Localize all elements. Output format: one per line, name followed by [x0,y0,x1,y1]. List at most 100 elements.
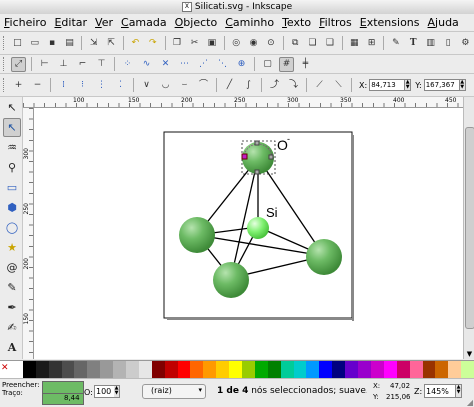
path-node-handle[interactable] [268,154,274,160]
menu-ficheiro[interactable]: Ficheiro [0,16,50,29]
toolbar-grip[interactable] [3,78,7,92]
y-spin-button[interactable]: ▲ ▼ [459,79,466,91]
path-node-handle[interactable] [254,169,260,175]
path-node-handle[interactable] [241,153,248,160]
opacity-input[interactable] [94,385,116,398]
tweak-tool-icon[interactable]: ♒ [3,138,21,157]
menu-objecto[interactable]: Objecto [171,16,222,29]
color-swatch[interactable] [229,361,243,378]
snap-paths-icon[interactable]: ∿ [139,57,154,72]
zoom-input[interactable] [424,384,456,398]
color-swatch[interactable] [332,361,346,378]
color-swatch[interactable] [138,361,152,378]
export-icon[interactable]: ⇱ [104,36,117,51]
silicon-atom[interactable] [247,217,269,239]
calligraphy-tool-icon[interactable]: ✍ [3,318,21,337]
star-tool-icon[interactable]: ★ [3,238,21,257]
node-tool-icon[interactable]: ↖ [3,118,21,137]
delete-segment-icon[interactable]: ⁚ [113,78,128,93]
color-swatch[interactable] [242,361,255,378]
menu-texto[interactable]: Texto [278,16,315,29]
toolbar-grip[interactable] [3,36,7,50]
oxygen-atom-bottom[interactable] [213,262,249,298]
snap-midpoints-icon[interactable]: ⋰ [196,57,211,72]
color-swatch[interactable] [267,361,281,378]
clone-icon[interactable]: ❏ [306,36,319,51]
scroll-down-arrow-icon[interactable]: ▼ [464,349,474,359]
duplicate-icon[interactable]: ⧉ [288,36,301,51]
color-swatch[interactable] [35,361,49,378]
join-nodes-icon[interactable]: ⁞ [56,78,71,93]
silicon-label[interactable]: Si [266,205,278,220]
join-endnodes-segment-icon[interactable]: ⋮ [94,78,109,93]
layer-selector[interactable]: (raiz) ▾ [142,384,206,399]
preferences-icon[interactable]: ⚙ [459,36,472,51]
path-node-handle[interactable] [254,140,260,146]
snap-centers-icon[interactable]: ⋱ [215,57,230,72]
menu-camada[interactable]: Camada [117,16,171,29]
cut-icon[interactable]: ✂ [188,36,201,51]
vertical-scrollbar[interactable]: ▼ [463,97,474,359]
color-swatch[interactable] [254,361,268,378]
snap-smooth-nodes-icon[interactable]: ⋯ [177,57,192,72]
selector-tool-icon[interactable]: ↖ [3,98,21,117]
drawing-canvas[interactable]: O - Si [34,108,463,359]
3d-box-tool-icon[interactable]: ⬢ [3,198,21,217]
object-to-path-icon[interactable]: ⤴ [267,78,282,93]
color-swatch[interactable] [293,361,307,378]
color-swatch[interactable] [461,361,474,378]
color-swatch[interactable] [306,361,320,378]
copy-icon[interactable]: ❐ [170,36,183,51]
x-coordinate-input[interactable] [369,79,406,91]
paste-icon[interactable]: ▣ [205,36,218,51]
unlink-clone-icon[interactable]: ❑ [323,36,336,51]
color-swatch[interactable] [48,361,62,378]
menu-ver[interactable]: Ver [91,16,117,29]
snap-intersections-icon[interactable]: ✕ [158,57,173,72]
color-swatch[interactable] [409,361,423,378]
snap-bbox-edge-icon[interactable]: ⊥ [56,57,71,72]
color-swatch[interactable] [345,361,359,378]
snap-bbox-midpoint-icon[interactable]: ⊤ [94,57,109,72]
color-swatch[interactable] [358,361,371,378]
pencil-tool-icon[interactable]: ✎ [3,278,21,297]
text-tool-icon[interactable]: A [3,338,21,357]
delete-node-icon[interactable]: − [30,78,45,93]
node-smooth-icon[interactable]: ◡ [158,78,173,93]
scrollbar-thumb[interactable] [465,127,474,329]
drawing-svg[interactable]: O - Si [34,108,463,359]
snap-toggle-icon[interactable]: ⤢ [11,56,26,72]
color-swatch[interactable] [10,361,23,378]
color-swatch[interactable] [435,361,449,378]
oxygen-atom-left[interactable] [179,217,215,253]
color-swatch[interactable] [216,361,230,378]
xml-editor-icon[interactable]: ▥ [424,36,437,51]
color-swatch[interactable] [319,361,333,378]
opacity-spin-button[interactable]: ▲ ▼ [114,385,120,398]
color-swatch[interactable] [383,361,397,378]
snap-grid-icon[interactable]: # [279,56,294,72]
snap-nodes-icon[interactable]: ⁘ [120,57,135,72]
color-swatch[interactable] [151,361,165,378]
toolbar-grip[interactable] [3,57,7,71]
text-font-icon[interactable]: T [407,36,420,51]
pen-tool-icon[interactable]: ✒ [3,298,21,317]
snap-bbox-icon[interactable]: ⊢ [37,57,52,72]
new-document-icon[interactable]: □ [11,36,24,51]
ungroup-icon[interactable]: ⊞ [365,36,378,51]
color-swatch[interactable] [280,361,294,378]
break-path-icon[interactable]: ⁝ [75,78,90,93]
y-coordinate-input[interactable] [423,79,460,91]
group-icon[interactable]: ▦ [348,36,361,51]
color-swatch[interactable] [422,361,436,378]
zoom-selection-icon[interactable]: ◎ [229,36,242,51]
color-swatch[interactable] [126,361,139,378]
color-swatch[interactable] [203,361,217,378]
oxygen-atom-right[interactable] [306,239,342,275]
insert-node-icon[interactable]: + [11,78,26,93]
color-swatch[interactable] [87,361,101,378]
menu-editar[interactable]: Editar [50,16,91,29]
node-symmetric-icon[interactable]: ⌣ [177,78,192,93]
color-swatch[interactable] [448,361,462,378]
show-path-outline-icon[interactable]: ⟍ [331,78,346,93]
